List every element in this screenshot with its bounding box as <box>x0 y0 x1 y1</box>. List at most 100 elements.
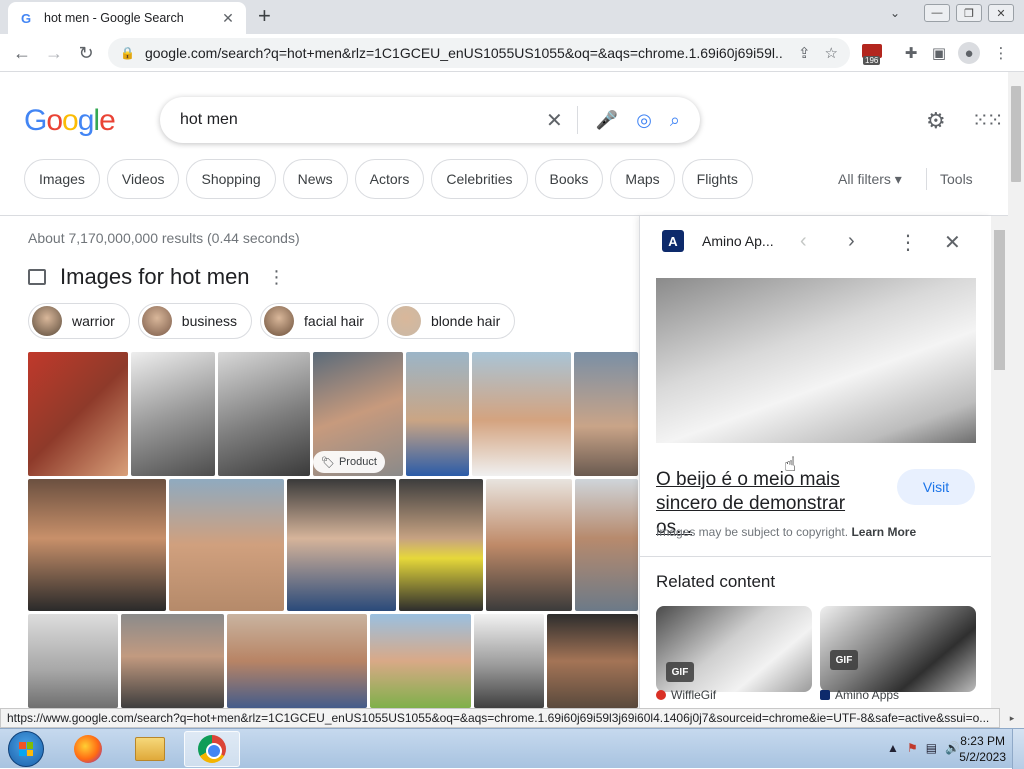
share-icon[interactable]: ⇪ <box>798 44 811 62</box>
search-magnifier-icon[interactable]: ⌕ <box>670 110 680 131</box>
lens-camera-icon[interactable]: ◎ <box>636 110 652 131</box>
image-result[interactable] <box>474 614 544 708</box>
images-heading[interactable]: Images for hot men <box>60 264 250 290</box>
amino-apps-logo-icon <box>820 690 830 700</box>
filter-chip-images[interactable]: Images <box>24 159 100 199</box>
all-filters-dropdown[interactable]: All filters ▾ <box>838 171 902 188</box>
show-desktop-button[interactable] <box>1012 729 1024 769</box>
browser-tab[interactable]: G hot men - Google Search ✕ <box>8 2 246 34</box>
more-options-icon[interactable]: ⋮ <box>268 267 286 288</box>
image-result[interactable] <box>547 614 638 708</box>
related-source[interactable]: Amino Apps <box>820 688 899 702</box>
product-tag[interactable]: 🏷 Product <box>313 451 385 473</box>
show-hidden-icons-arrow-icon[interactable]: ▲ <box>887 741 899 755</box>
refinement-chip[interactable]: facial hair <box>260 303 379 339</box>
filter-chip-maps[interactable]: Maps <box>610 159 675 199</box>
next-image-chevron-icon[interactable]: › <box>848 230 855 253</box>
side-panel-icon[interactable]: ▣ <box>928 42 950 64</box>
tab-search-chevron-icon[interactable]: ⌄ <box>890 6 900 20</box>
previous-image-chevron-icon[interactable]: ‹ <box>800 230 807 253</box>
restore-button[interactable]: ❐ <box>956 4 982 22</box>
page-scrollbar[interactable] <box>1008 72 1024 708</box>
filter-chip-shopping[interactable]: Shopping <box>186 159 276 199</box>
related-source[interactable]: WiffleGif <box>656 688 716 702</box>
firefox-taskbar-button[interactable] <box>60 731 116 767</box>
google-logo[interactable]: Google <box>24 104 116 138</box>
filter-chip-celebrities[interactable]: Celebrities <box>431 159 528 199</box>
image-preview-panel: A Amino Ap... ‹ › ⋮ ✕ O beijo é o meio m… <box>639 216 992 710</box>
voice-search-mic-icon[interactable]: 🎤 <box>596 110 618 131</box>
filter-chip-books[interactable]: Books <box>534 159 604 199</box>
image-result[interactable] <box>574 352 638 476</box>
preview-more-options-icon[interactable]: ⋮ <box>898 230 918 255</box>
search-box[interactable]: hot men ✕ 🎤 ◎ ⌕ <box>160 97 700 143</box>
address-bar[interactable]: 🔒 google.com/search?q=hot+men&rlz=1C1GCE… <box>108 38 850 68</box>
bookmark-star-icon[interactable]: ☆ <box>825 44 838 62</box>
related-image[interactable]: GIF <box>656 606 812 692</box>
back-arrow-icon[interactable]: ← <box>10 41 34 65</box>
chrome-taskbar-button[interactable] <box>184 731 240 767</box>
image-result[interactable] <box>218 352 310 476</box>
search-query[interactable]: hot men <box>180 111 528 129</box>
refinement-thumbnail <box>32 306 62 336</box>
preview-source-name[interactable]: Amino Ap... <box>702 233 774 249</box>
filter-chip-actors[interactable]: Actors <box>354 159 425 199</box>
search-filter-chips: Images Videos Shopping News Actors Celebritie… <box>24 159 753 199</box>
tools-button[interactable]: Tools <box>940 171 973 187</box>
image-result[interactable] <box>370 614 471 708</box>
image-result[interactable] <box>28 352 128 476</box>
extensions-puzzle-icon[interactable]: ✚ <box>900 42 922 64</box>
visit-button[interactable]: Visit <box>897 469 975 505</box>
image-result[interactable] <box>131 352 215 476</box>
filter-chip-news[interactable]: News <box>282 159 348 199</box>
tag-icon: 🏷 <box>321 456 335 469</box>
search-divider <box>576 106 578 134</box>
image-result[interactable] <box>121 614 224 708</box>
image-result[interactable] <box>169 479 284 611</box>
clear-search-icon[interactable]: ✕ <box>546 108 563 133</box>
action-center-flag-icon[interactable]: ⚑ <box>907 741 918 755</box>
refinement-chip[interactable]: business <box>137 303 253 339</box>
volume-speaker-icon[interactable]: 🔊 <box>945 741 960 755</box>
chrome-menu-icon[interactable]: ⋮ <box>990 42 1012 64</box>
image-result[interactable] <box>399 479 483 611</box>
reload-icon[interactable]: ↻ <box>74 41 98 65</box>
network-icon[interactable]: ▤ <box>926 741 937 755</box>
image-result[interactable] <box>486 479 572 611</box>
related-image[interactable]: GIF <box>820 606 976 692</box>
panel-scrollbar-thumb[interactable] <box>994 230 1005 370</box>
image-result[interactable] <box>28 479 166 611</box>
image-result[interactable] <box>406 352 469 476</box>
explorer-taskbar-button[interactable] <box>122 731 178 767</box>
preview-image[interactable] <box>656 278 976 443</box>
refinement-chip[interactable]: blonde hair <box>386 303 516 339</box>
filter-chip-videos[interactable]: Videos <box>106 159 180 199</box>
scroll-right-arrow-icon[interactable]: ▸ <box>1000 708 1024 728</box>
all-filters-label: All filters <box>838 171 891 187</box>
page-scrollbar-thumb[interactable] <box>1011 86 1021 182</box>
image-result[interactable] <box>575 479 638 611</box>
image-result[interactable] <box>287 479 396 611</box>
image-result[interactable] <box>227 614 367 708</box>
extension-icon[interactable]: 196 <box>862 44 884 66</box>
status-bar-url: https://www.google.com/search?q=hot+men&… <box>0 708 1000 728</box>
tab-close-icon[interactable]: ✕ <box>220 10 236 27</box>
image-result[interactable] <box>472 352 571 476</box>
google-apps-grid-icon[interactable]: ⁙⁙ <box>972 108 1003 133</box>
close-preview-icon[interactable]: ✕ <box>944 230 961 255</box>
refinement-chip[interactable]: warrior <box>28 303 130 339</box>
window-close-button[interactable]: ✕ <box>988 4 1014 22</box>
forward-arrow-icon[interactable]: → <box>42 41 66 65</box>
filter-chip-flights[interactable]: Flights <box>681 159 753 199</box>
profile-avatar-icon[interactable]: ● <box>958 42 980 64</box>
system-clock[interactable]: 8:23 PM 5/2/2023 <box>959 733 1006 765</box>
new-tab-button[interactable]: + <box>258 5 271 27</box>
image-icon <box>28 269 46 285</box>
minimize-button[interactable]: — <box>924 4 950 22</box>
start-button[interactable] <box>8 731 44 767</box>
learn-more-link[interactable]: Learn More <box>851 525 916 539</box>
lock-icon[interactable]: 🔒 <box>120 46 135 60</box>
panel-scrollbar[interactable] <box>991 216 1008 710</box>
settings-gear-icon[interactable]: ⚙ <box>926 108 946 134</box>
image-result[interactable] <box>28 614 118 708</box>
